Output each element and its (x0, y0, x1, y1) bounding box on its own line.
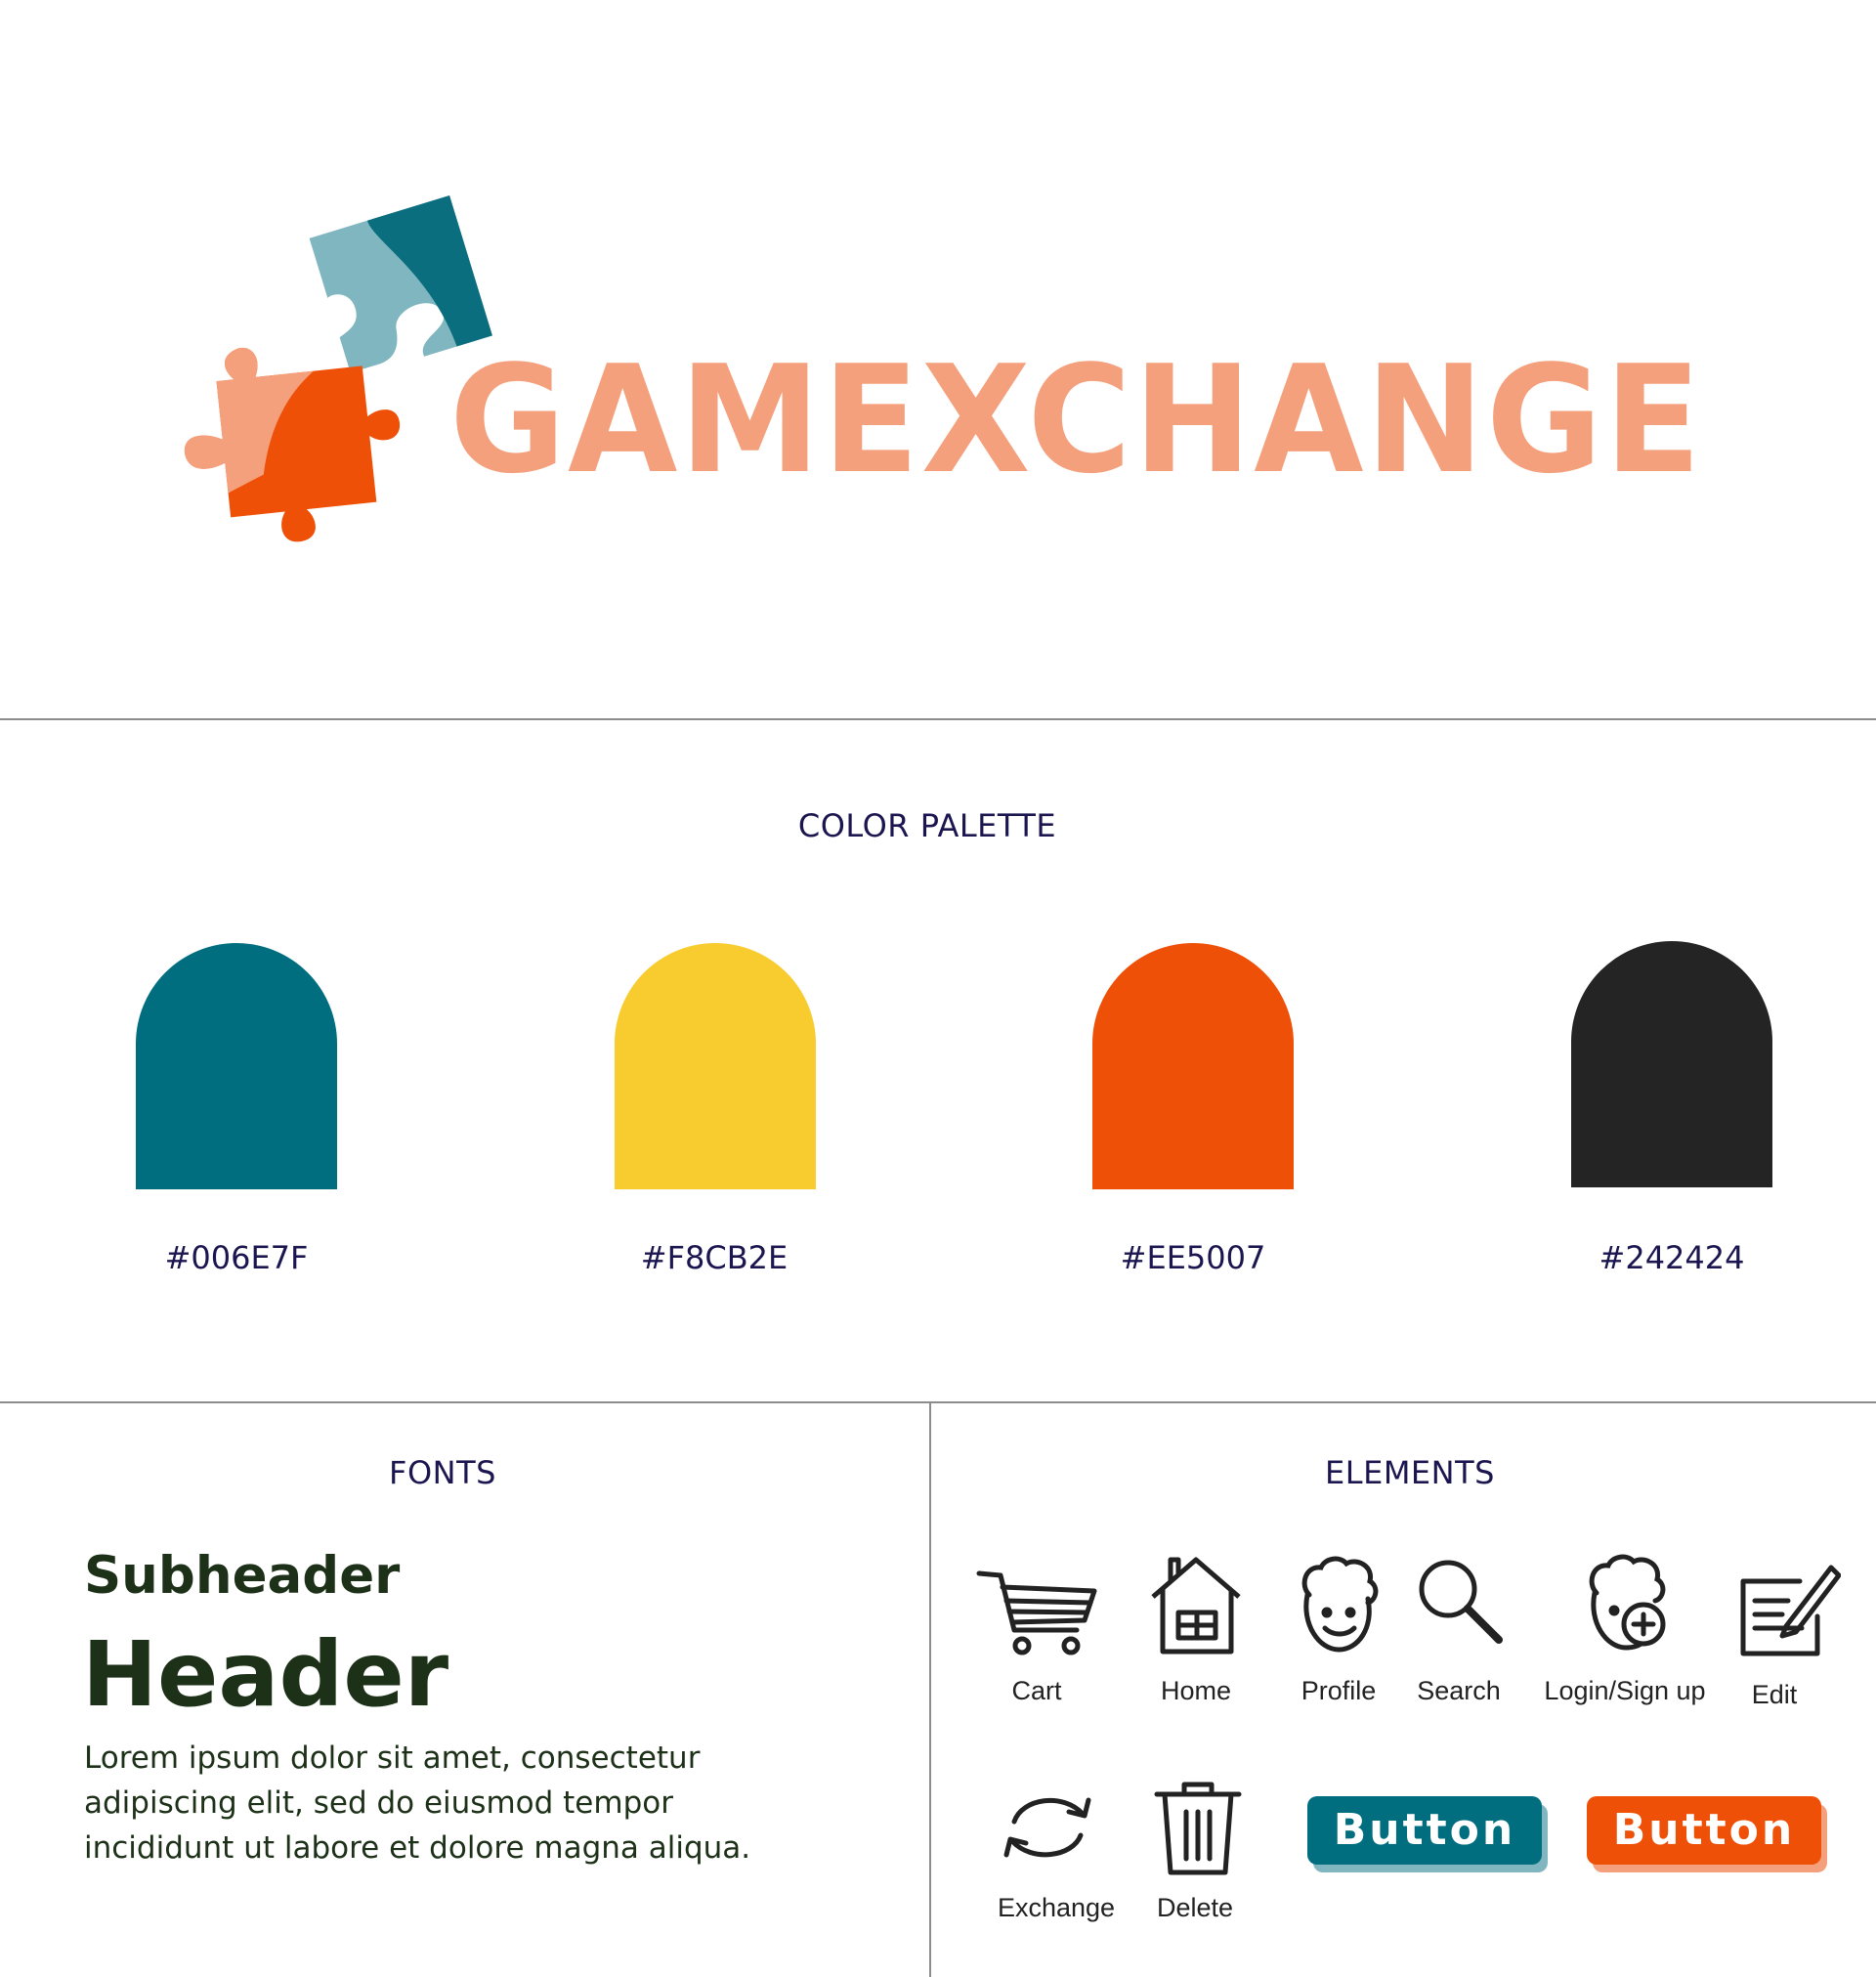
icon-label: Delete (1156, 1893, 1234, 1922)
font-sample-header: Header (82, 1622, 449, 1727)
icon-label: Cart (1011, 1676, 1062, 1705)
delete-icon[interactable] (1153, 1781, 1243, 1878)
divider (0, 718, 1876, 720)
search-icon[interactable] (1415, 1556, 1505, 1646)
icon-label: Edit (1751, 1680, 1798, 1709)
font-sample-body: Lorem ipsum dolor sit amet, consectetur … (84, 1741, 751, 1866)
exchange-icon[interactable] (1001, 1792, 1094, 1863)
icon-label: Home (1160, 1676, 1232, 1705)
fonts-title: FONTS (389, 1454, 496, 1491)
edit-icon[interactable] (1739, 1558, 1841, 1657)
hex-label: #EE5007 (1120, 1239, 1266, 1276)
swatch-orange (1092, 943, 1294, 1189)
home-icon[interactable] (1149, 1554, 1243, 1655)
icon-label: Login/Sign up (1544, 1676, 1706, 1705)
hex-label: #006E7F (164, 1239, 309, 1276)
logo-section: GAMEXCHANGE (0, 0, 1876, 718)
swatch-yellow (615, 943, 816, 1189)
palette-title: COLOR PALETTE (797, 807, 1057, 844)
login-signup-icon[interactable] (1583, 1554, 1671, 1654)
icon-label: Profile (1300, 1676, 1377, 1705)
primary-button-teal[interactable]: Button (1307, 1796, 1542, 1865)
swatch-teal (136, 943, 337, 1189)
hex-label: #242424 (1599, 1239, 1745, 1276)
swatch-black (1571, 941, 1772, 1187)
icon-label: Exchange (997, 1893, 1116, 1922)
font-sample-subheader: Subheader (84, 1546, 401, 1606)
brand-name: GAMEXCHANGE (449, 333, 1704, 506)
elements-title: ELEMENTS (1325, 1454, 1495, 1491)
icon-label: Search (1417, 1676, 1501, 1705)
profile-icon[interactable] (1296, 1556, 1380, 1654)
cart-icon[interactable] (975, 1566, 1098, 1659)
divider (0, 1401, 1876, 1403)
hex-label: #F8CB2E (640, 1239, 789, 1276)
primary-button-orange[interactable]: Button (1587, 1796, 1821, 1865)
